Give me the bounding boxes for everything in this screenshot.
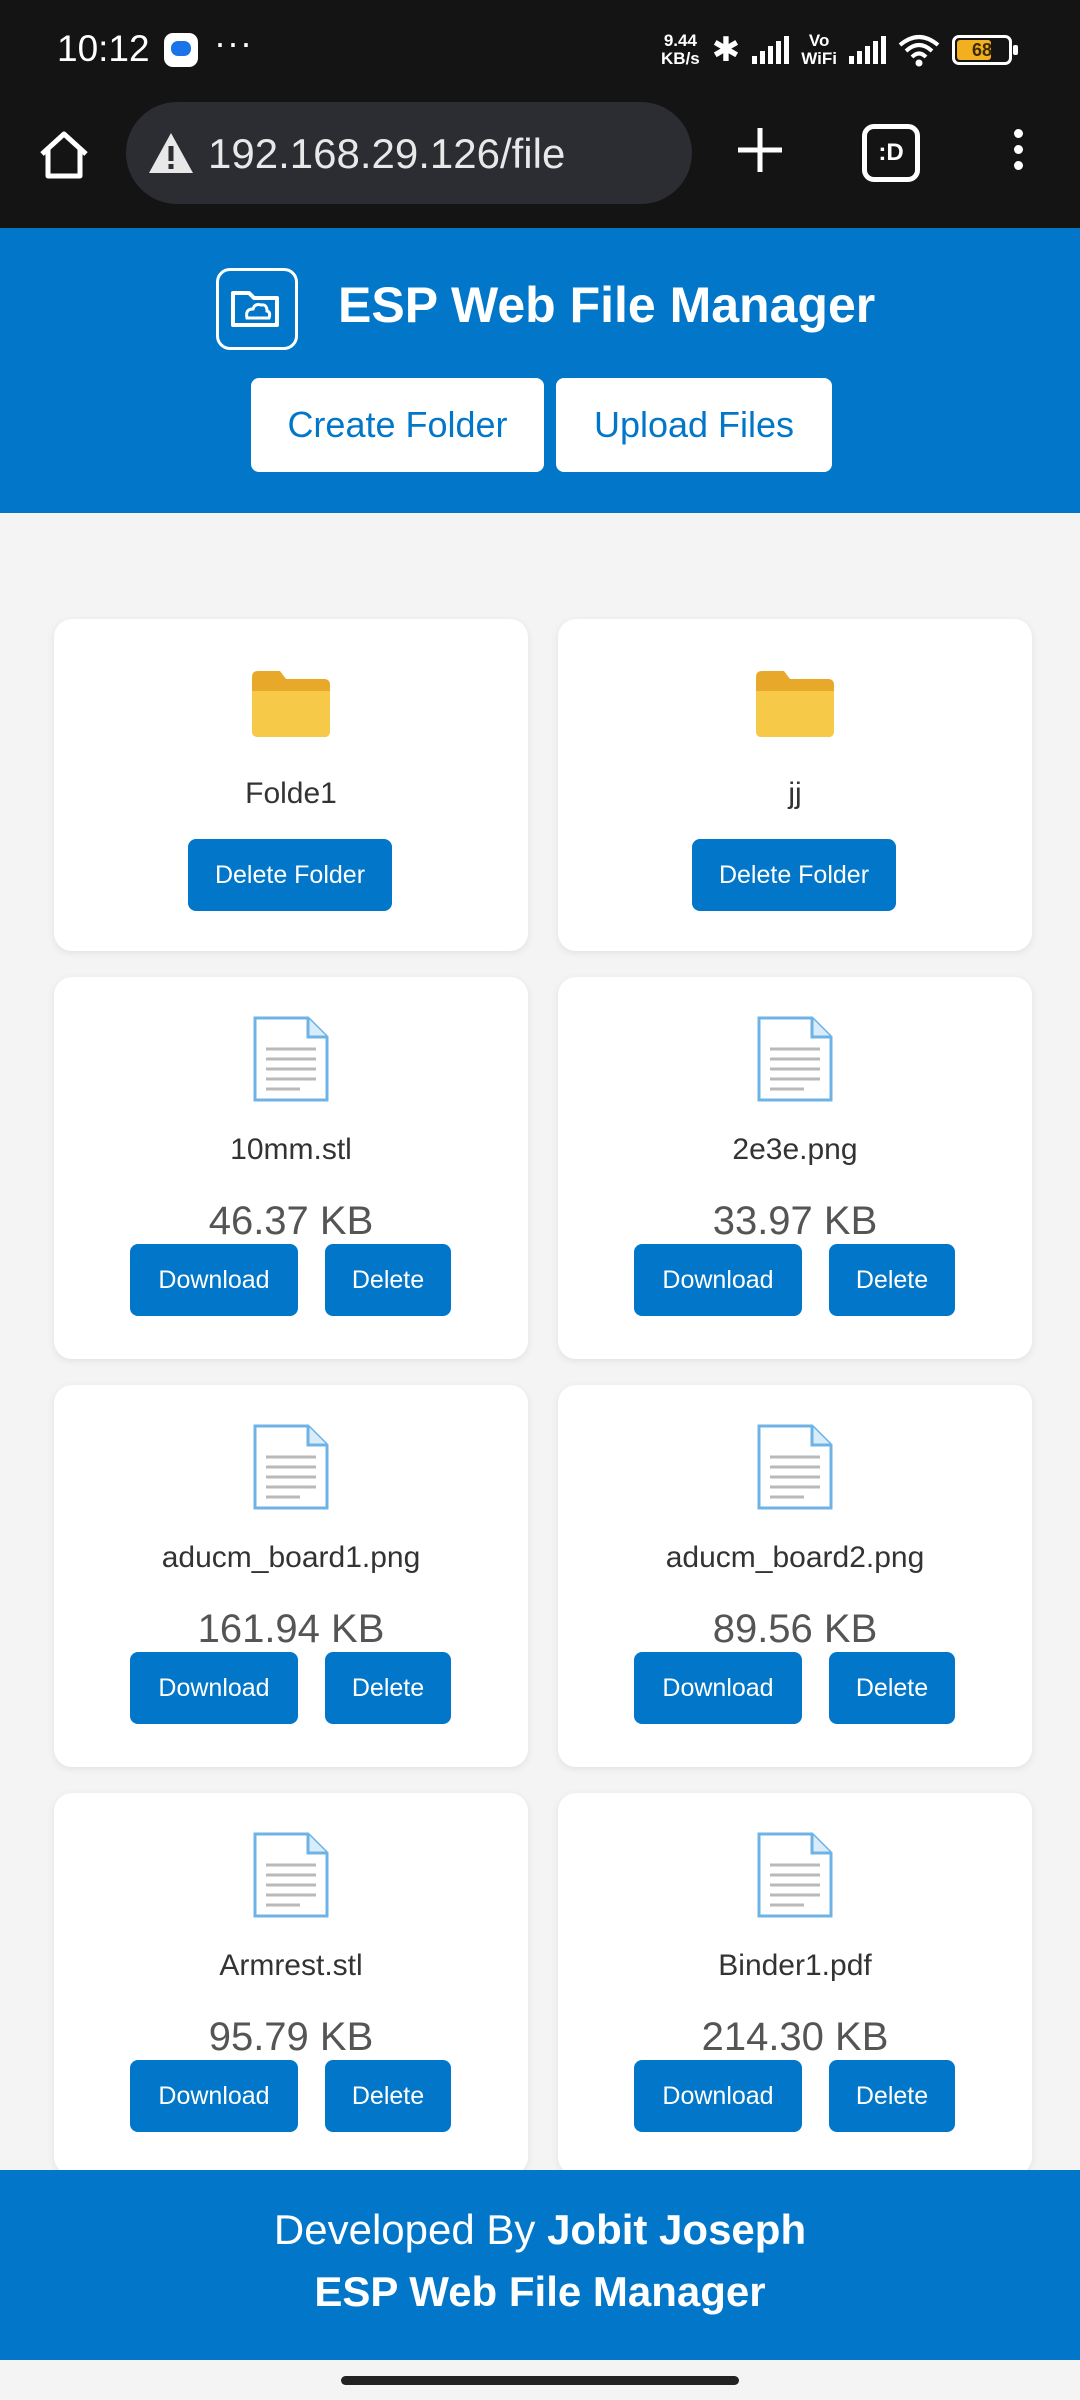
page-title: ESP Web File Manager: [338, 277, 876, 333]
document-icon: [757, 1424, 833, 1510]
footer-credit: Developed By Jobit Joseph: [0, 2206, 1080, 2254]
more-notifications-icon: ···: [214, 22, 253, 63]
file-card: aducm_board2.png 89.56 KB Download Delet…: [558, 1385, 1032, 1767]
delete-button[interactable]: Delete: [829, 1652, 955, 1724]
download-button[interactable]: Download: [634, 1652, 802, 1724]
file-size: 214.30 KB: [701, 2015, 889, 2059]
file-name: aducm_board2.png: [665, 1541, 925, 1574]
battery-level: 68: [971, 40, 993, 60]
signal-icon: [752, 36, 790, 64]
gesture-navigation-bar[interactable]: [341, 2376, 739, 2385]
file-card: 2e3e.png 33.97 KB Download Delete: [558, 977, 1032, 1359]
file-name: aducm_board1.png: [161, 1541, 421, 1574]
folder-name[interactable]: jj: [558, 777, 1032, 811]
page-footer: Developed By Jobit Joseph ESP Web File M…: [0, 2170, 1080, 2360]
upload-files-button[interactable]: Upload Files: [556, 378, 832, 472]
delete-button[interactable]: Delete: [325, 1652, 451, 1724]
vowifi-vo: Vo: [808, 31, 830, 50]
file-size: 161.94 KB: [197, 1607, 385, 1651]
file-name: 10mm.stl: [230, 1133, 352, 1166]
new-tab-icon[interactable]: [730, 120, 790, 180]
wifi-icon: [898, 35, 940, 67]
home-icon[interactable]: [36, 126, 92, 182]
file-name: 2e3e.png: [732, 1133, 858, 1166]
footer-developed-by: Developed By: [273, 2206, 536, 2253]
folder-icon: [252, 671, 330, 737]
network-speed-unit: KB/s: [661, 49, 700, 68]
file-card: Binder1.pdf 214.30 KB Download Delete: [558, 1793, 1032, 2175]
network-speed-value: 9.44: [663, 31, 697, 50]
document-icon: [757, 1016, 833, 1102]
file-name: Armrest.stl: [219, 1949, 363, 1982]
not-secure-warning-icon[interactable]: [146, 128, 196, 178]
folder-card[interactable]: jj Delete Folder: [558, 619, 1032, 951]
file-grid: Folde1 Delete Folder jj Delete Folder 10…: [54, 619, 1032, 2175]
delete-button[interactable]: Delete: [325, 1244, 451, 1316]
delete-button[interactable]: Delete: [325, 2060, 451, 2132]
delete-button[interactable]: Delete: [829, 1244, 955, 1316]
download-button[interactable]: Download: [130, 2060, 298, 2132]
create-folder-button[interactable]: Create Folder: [251, 378, 544, 472]
file-size: 95.79 KB: [208, 2015, 374, 2059]
status-indicators: 9.44 KB/s ✱ Vo WiFi 68: [661, 28, 1018, 72]
browser-toolbar: 192.168.29.126/file :D: [0, 96, 1080, 228]
file-size: 89.56 KB: [712, 1607, 878, 1651]
address-bar[interactable]: 192.168.29.126/file: [126, 102, 692, 204]
document-icon: [253, 1832, 329, 1918]
url-text[interactable]: 192.168.29.126/file: [208, 130, 565, 178]
delete-folder-button[interactable]: Delete Folder: [188, 839, 392, 911]
status-time: 10:12: [57, 28, 150, 69]
vowifi-indicator: Vo WiFi: [801, 32, 837, 68]
footer-author: Jobit Joseph: [547, 2206, 807, 2253]
download-button[interactable]: Download: [634, 1244, 802, 1316]
download-button[interactable]: Download: [634, 2060, 802, 2132]
file-size: 33.97 KB: [712, 1199, 878, 1243]
browser-menu-icon[interactable]: [998, 122, 1038, 186]
battery-icon: 68: [952, 35, 1018, 65]
download-button[interactable]: Download: [130, 1244, 298, 1316]
footer-app-name: ESP Web File Manager: [314, 2268, 766, 2315]
status-bar: 10:12 ··· 9.44 KB/s ✱ Vo WiFi 68: [0, 0, 1080, 96]
signal-icon-2: [849, 36, 886, 64]
bluetooth-icon: ✱: [711, 31, 741, 69]
document-icon: [253, 1016, 329, 1102]
file-card: aducm_board1.png 161.94 KB Download Dele…: [54, 1385, 528, 1767]
network-speed: 9.44 KB/s: [661, 32, 700, 68]
delete-button[interactable]: Delete: [829, 2060, 955, 2132]
folder-cloud-logo-icon: [216, 268, 298, 350]
folder-card[interactable]: Folde1 Delete Folder: [54, 619, 528, 951]
delete-folder-button[interactable]: Delete Folder: [692, 839, 896, 911]
app-header: ESP Web File Manager Create Folder Uploa…: [0, 228, 1080, 513]
folder-name[interactable]: Folde1: [54, 777, 528, 811]
tab-switcher-button[interactable]: :D: [862, 124, 920, 182]
file-card: 10mm.stl 46.37 KB Download Delete: [54, 977, 528, 1359]
folder-icon: [756, 671, 834, 737]
vowifi-wifi: WiFi: [801, 49, 837, 68]
document-icon: [757, 1832, 833, 1918]
messages-notification-icon: [164, 33, 198, 67]
file-card: Armrest.stl 95.79 KB Download Delete: [54, 1793, 528, 2175]
file-name: Binder1.pdf: [718, 1949, 872, 1982]
document-icon: [253, 1424, 329, 1510]
file-size: 46.37 KB: [208, 1199, 374, 1243]
download-button[interactable]: Download: [130, 1652, 298, 1724]
